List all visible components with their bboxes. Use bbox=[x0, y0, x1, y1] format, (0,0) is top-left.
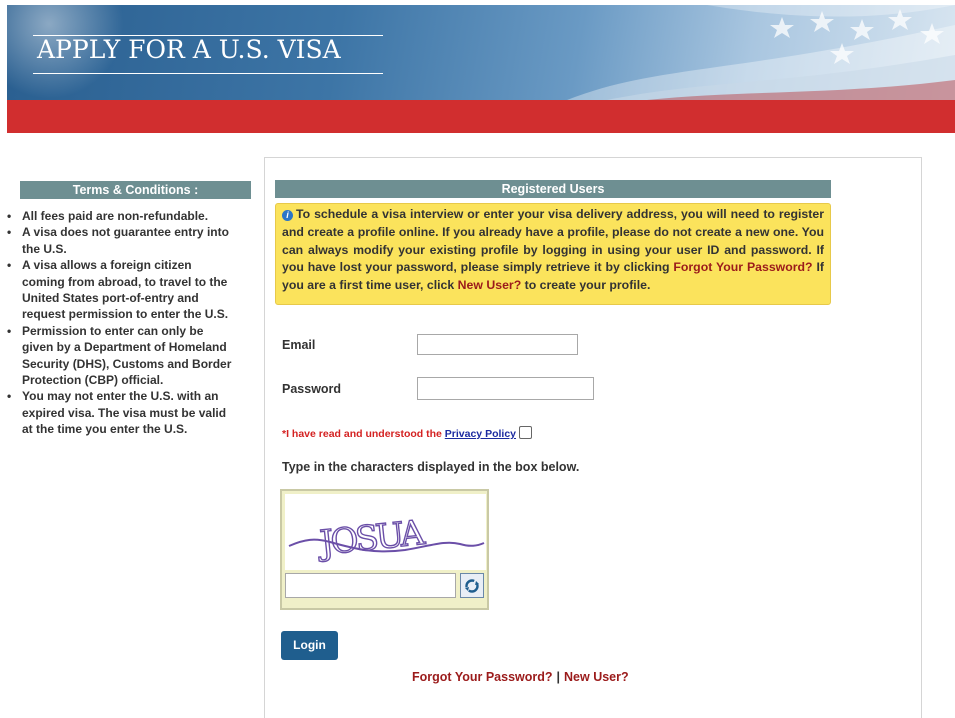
term-item: A visa does not guarantee entry into the… bbox=[7, 224, 232, 257]
banner-rule-bottom bbox=[33, 73, 383, 74]
info-icon: i bbox=[282, 210, 293, 221]
link-separator: | bbox=[556, 670, 561, 684]
term-item: You may not enter the U.S. with an expir… bbox=[7, 388, 232, 437]
forgot-password-link[interactable]: Forgot Your Password? bbox=[412, 670, 553, 684]
notice-new-user-link[interactable]: New User? bbox=[458, 278, 522, 292]
refresh-icon bbox=[465, 578, 479, 593]
terms-heading: Terms & Conditions : bbox=[20, 181, 251, 199]
registered-users-heading: Registered Users bbox=[275, 180, 831, 198]
new-user-link[interactable]: New User? bbox=[564, 670, 629, 684]
login-button[interactable]: Login bbox=[281, 631, 338, 660]
email-field[interactable] bbox=[417, 334, 578, 355]
red-stripe bbox=[7, 100, 955, 133]
info-notice: i To schedule a visa interview or enter y… bbox=[275, 203, 831, 305]
privacy-agreement: *I have read and understood the Privacy … bbox=[282, 426, 532, 440]
privacy-text: *I have read and understood the bbox=[282, 428, 445, 440]
privacy-checkbox[interactable] bbox=[519, 426, 532, 439]
page-title: APPLY FOR A U.S. VISA bbox=[37, 35, 341, 64]
notice-text-3: to create your profile. bbox=[521, 278, 651, 293]
captcha-instruction: Type in the characters displayed in the … bbox=[282, 460, 580, 474]
password-label: Password bbox=[282, 382, 342, 396]
captcha-image: JOSUA bbox=[285, 494, 486, 570]
email-label: Email bbox=[282, 338, 316, 352]
terms-list: All fees paid are non-refundable. A visa… bbox=[7, 208, 257, 438]
captcha-container: JOSUA bbox=[280, 489, 489, 610]
term-item: A visa allows a foreign citizen coming f… bbox=[7, 257, 232, 323]
footer-links: Forgot Your Password? | New User? bbox=[412, 670, 629, 684]
header-banner: APPLY FOR A U.S. VISA bbox=[7, 5, 955, 100]
captcha-graphic: JOSUA bbox=[288, 512, 485, 565]
term-item: Permission to enter can only be given by… bbox=[7, 323, 232, 389]
captcha-input[interactable] bbox=[285, 573, 456, 598]
notice-forgot-link[interactable]: Forgot Your Password? bbox=[673, 260, 812, 274]
refresh-captcha-button[interactable] bbox=[460, 573, 484, 598]
captcha-text: JOSUA bbox=[315, 513, 427, 564]
privacy-policy-link[interactable]: Privacy Policy bbox=[445, 428, 516, 440]
password-field[interactable] bbox=[417, 377, 594, 400]
term-item: All fees paid are non-refundable. bbox=[7, 208, 257, 225]
